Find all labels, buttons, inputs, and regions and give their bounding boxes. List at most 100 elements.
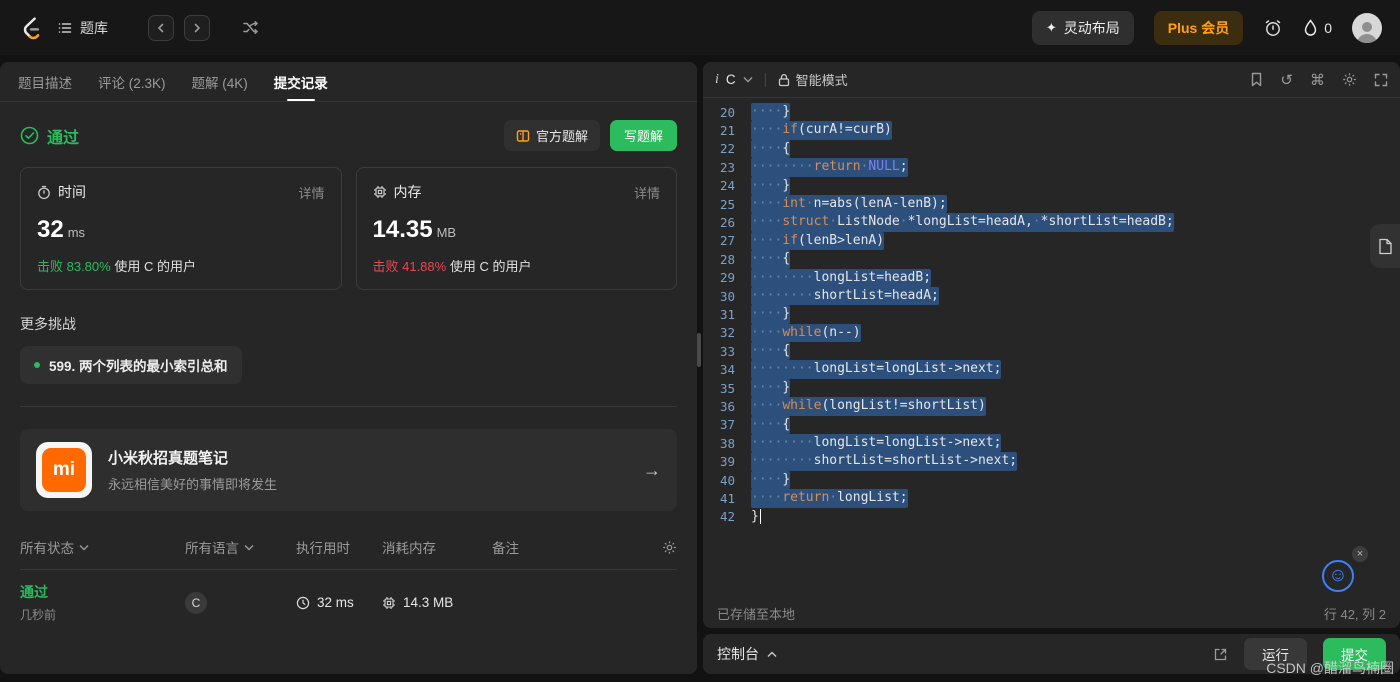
shuffle-icon[interactable] (242, 19, 259, 36)
layout-button-label: 灵动布局 (1063, 19, 1120, 36)
difficulty-dot-icon (34, 362, 40, 368)
code-line[interactable]: 34 ········longList=longList->next; (703, 360, 1400, 379)
status-filter-dropdown[interactable]: 所有状态 (20, 537, 185, 557)
detach-console-icon[interactable] (1213, 647, 1228, 662)
chevron-down-icon (244, 544, 254, 550)
code-line[interactable]: 37 ····{ (703, 415, 1400, 435)
accepted-label: 通过 (47, 129, 80, 147)
timer-icon[interactable] (1263, 18, 1283, 38)
problem-bank-label: 题库 (80, 19, 108, 36)
avatar[interactable] (1352, 12, 1382, 43)
submit-button[interactable]: 提交 (1323, 638, 1386, 670)
chat-widget: × ☺ (1322, 546, 1368, 592)
challenge-label: 599. 两个列表的最小索引总和 (49, 359, 228, 374)
language-badge: C (185, 591, 207, 614)
next-problem-button[interactable] (184, 14, 210, 41)
code-line[interactable]: 42} (703, 508, 1400, 526)
code-line[interactable]: 21 ····if(curA!=curB) (703, 121, 1400, 140)
editor-settings-icon[interactable] (1342, 72, 1357, 87)
tab-submissions[interactable]: 提交记录 (274, 62, 328, 101)
prev-problem-button[interactable] (148, 14, 174, 41)
list-icon (57, 20, 73, 36)
code-line[interactable]: 33 ····{ (703, 342, 1400, 361)
panel-resize-handle[interactable] (697, 333, 701, 367)
submission-row[interactable]: 通过 几秒前 C 32 ms 14.3 MB (20, 569, 677, 623)
smart-mode-toggle[interactable]: 智能模式 (778, 70, 848, 89)
console-label: 控制台 (717, 646, 759, 662)
reset-code-icon[interactable]: ↺ (1280, 71, 1293, 89)
left-tab-bar: 题目描述 评论 (2.3K) 题解 (4K) 提交记录 (0, 62, 697, 102)
code-editor-panel: i C 智能模式 ↺ ⌘ 20 ····} 21 ····if(curA!=cu… (703, 62, 1400, 628)
code-line[interactable]: 30 ········shortList=headA; (703, 286, 1400, 306)
console-toggle[interactable]: 控制台 (717, 644, 777, 664)
table-settings-icon[interactable] (662, 540, 677, 555)
bookmark-icon[interactable] (1250, 72, 1263, 87)
divider (20, 406, 677, 407)
language-filter-dropdown[interactable]: 所有语言 (185, 537, 296, 557)
arrow-right-icon[interactable]: → (643, 460, 661, 481)
code-line[interactable]: 24 ····} (703, 176, 1400, 195)
book-icon (516, 129, 530, 143)
promo-title: 小米秋招真题笔记 (108, 450, 229, 467)
smart-mode-label: 智能模式 (795, 73, 848, 88)
code-line[interactable]: 27 ····if(lenB>lenA) (703, 231, 1400, 251)
code-line[interactable]: 38 ········longList=longList->next; (703, 434, 1400, 453)
code-line[interactable]: 23 ········return·NULL; (703, 158, 1400, 177)
write-solution-button[interactable]: 写题解 (609, 120, 677, 151)
memory-beat-users: 使用 C 的用户 (449, 259, 532, 274)
layout-button[interactable]: ✦ 灵动布局 (1031, 10, 1134, 45)
accepted-status: 通过 (20, 124, 79, 148)
chevron-down-icon (743, 77, 753, 83)
divider (764, 72, 766, 87)
memory-card: 内存 详情 14.35 MB 击败 41.88% 使用 C 的用户 (355, 167, 677, 290)
chip-icon (373, 185, 387, 199)
more-challenges-title: 更多挑战 (20, 316, 76, 332)
code-line[interactable]: 32 ····while(n--) (703, 323, 1400, 343)
tab-comments[interactable]: 评论 (2.3K) (98, 62, 166, 101)
code-lines: 20 ····} 21 ····if(curA!=curB) 22 ····{23 ····… (703, 103, 1400, 526)
code-line[interactable]: 26 ····struct·ListNode·*longList=headA,·*… (703, 213, 1400, 232)
code-line[interactable]: 36 ····while(longList!=shortList) (703, 397, 1400, 416)
memory-beat: 击败 41.88% (372, 259, 447, 274)
code-line[interactable]: 40 ····} (703, 470, 1400, 490)
challenge-link[interactable]: 599. 两个列表的最小索引总和 (20, 346, 242, 384)
code-line[interactable]: 29 ········longList=headB; (703, 268, 1400, 287)
run-button[interactable]: 运行 (1244, 638, 1307, 670)
shortcuts-icon[interactable]: ⌘ (1310, 71, 1325, 89)
editor-language-label: C (725, 72, 736, 87)
code-line[interactable]: 20 ····} (703, 103, 1400, 122)
code-line[interactable]: 41 ····return·longList; (703, 489, 1400, 508)
lock-icon (778, 73, 789, 86)
main-area: 题目描述 评论 (2.3K) 题解 (4K) 提交记录 通过 官方题解 写题解 … (0, 55, 1400, 682)
code-line[interactable]: 39 ········shortList=shortList->next; (703, 452, 1400, 471)
row-time-ago: 几秒前 (20, 608, 57, 622)
runtime-card-title: 时间 (58, 184, 86, 200)
stopwatch-icon (37, 185, 51, 200)
runtime-detail-link[interactable]: 详情 (298, 183, 324, 202)
memory-detail-link[interactable]: 详情 (634, 183, 660, 202)
hydration-counter[interactable]: 0 (1303, 19, 1332, 36)
problem-bank-link[interactable]: 题库 (57, 18, 108, 38)
plus-member-button[interactable]: Plus 会员 (1153, 10, 1244, 45)
language-selector[interactable]: i C (715, 72, 753, 88)
cursor-position: 行 42, 列 2 (1323, 606, 1386, 622)
xiaomi-logo-icon: mi (36, 442, 92, 498)
code-line[interactable]: 35 ····} (703, 378, 1400, 398)
leetcode-logo-icon[interactable] (18, 15, 43, 40)
fullscreen-icon[interactable] (1374, 73, 1388, 87)
close-icon[interactable]: × (1352, 546, 1368, 562)
runtime-unit: ms (67, 225, 86, 240)
tab-description[interactable]: 题目描述 (18, 62, 72, 101)
code-line[interactable]: 31 ····} (703, 305, 1400, 324)
tab-solutions[interactable]: 题解 (4K) (192, 62, 248, 101)
code-line[interactable]: 28 ····{ (703, 250, 1400, 269)
code-line[interactable]: 22 ····{ (703, 139, 1400, 159)
row-status[interactable]: 通过 (20, 582, 56, 602)
code-editor[interactable]: 20 ····} 21 ····if(curA!=curB) 22 ····{23 ····… (703, 98, 1400, 598)
official-solution-label: 官方题解 (535, 129, 588, 144)
notes-side-tab[interactable] (1370, 224, 1400, 268)
help-chat-icon[interactable]: ☺ (1322, 560, 1354, 592)
code-line[interactable]: 25 ····int·n=abs(lenA-lenB); (703, 194, 1400, 214)
promo-banner[interactable]: mi 小米秋招真题笔记 永远相信美好的事情即将发生 → (20, 429, 677, 511)
official-solution-button[interactable]: 官方题解 (503, 120, 600, 151)
